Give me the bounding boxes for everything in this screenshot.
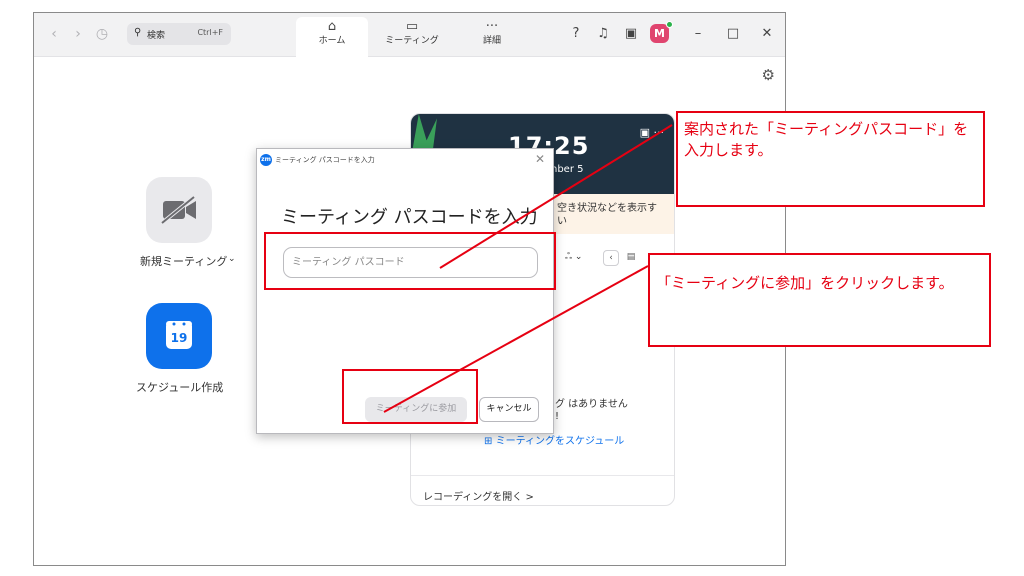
callout-passcode: 案内された「ミーティングパスコード」を入力します。 (676, 111, 985, 207)
date: nber 5 (551, 164, 584, 175)
tab-meetings[interactable]: ▭ ミーティング (376, 17, 448, 57)
no-meetings-text-2: ! (555, 411, 560, 422)
callout-join: 「ミーティングに参加」をクリックします。 (648, 253, 991, 347)
people-icon[interactable]: ஃ ⌄ (565, 252, 582, 263)
search-label: 検索 (147, 31, 166, 41)
tab-home[interactable]: ⌂ ホーム (296, 17, 368, 57)
video-icon: ▭ (405, 19, 419, 34)
minimize-icon[interactable]: – (689, 25, 707, 43)
gear-icon[interactable]: ⚙ (762, 66, 775, 84)
passcode-highlight (264, 232, 556, 290)
tab-meetings-label: ミーティング (385, 36, 439, 46)
help-icon[interactable]: ? (567, 25, 585, 43)
schedule-button[interactable]: 19 (146, 303, 212, 369)
tab-home-label: ホーム (318, 36, 346, 46)
new-meeting-button[interactable] (146, 177, 212, 243)
dialog-heading: ミーティング パスコードを入力 (281, 207, 538, 228)
open-recordings-link[interactable]: レコーディングを開く > (423, 488, 534, 503)
close-icon[interactable]: ✕ (758, 25, 776, 43)
notice-line-1: 空き状況などを表示す (557, 203, 657, 214)
screenshot: ‹ › ◷ ⚲ 検索 Ctrl+F ⌂ ホーム ▭ ミーティング ··· 詳細 … (0, 0, 1024, 576)
schedule-meeting-label: ミーティングをスケジュール (495, 436, 625, 447)
video-off-icon (160, 195, 196, 225)
dialog-caption: ミーティング パスコードを入力 (275, 156, 375, 164)
status-dot (666, 21, 673, 28)
chevron-right-icon[interactable]: › (70, 25, 86, 43)
close-icon[interactable]: ✕ (535, 152, 545, 166)
zoom-logo-icon: zm (260, 154, 272, 166)
calendar-icon[interactable]: ▤ (623, 250, 639, 266)
join-highlight (342, 369, 478, 424)
tab-more[interactable]: ··· 詳細 (456, 17, 528, 57)
clock-icon[interactable]: ◷ (94, 25, 110, 43)
new-meeting-label: 新規ミーティング (140, 255, 228, 268)
title-bar: ‹ › ◷ ⚲ 検索 Ctrl+F ⌂ ホーム ▭ ミーティング ··· 詳細 … (34, 13, 785, 57)
schedule-meeting-link[interactable]: ⊞ ミーティングをスケジュール (484, 432, 624, 447)
bell-icon[interactable]: ♫ (594, 25, 612, 43)
notice-line-2: い (557, 216, 567, 227)
tab-more-label: 詳細 (482, 36, 501, 46)
divider (411, 475, 674, 476)
chevron-down-icon[interactable]: ⌄ (228, 254, 236, 264)
more-icon[interactable]: ▣ ··· (640, 126, 664, 139)
home-icon: ⌂ (327, 19, 337, 34)
calendar-icon[interactable]: ▣ (622, 25, 640, 43)
calendar-day: 19 (170, 331, 188, 345)
search-shortcut: Ctrl+F (197, 28, 223, 37)
chevron-left-icon[interactable]: ‹ (603, 250, 619, 266)
cancel-button[interactable]: キャンセル (479, 397, 539, 422)
schedule-label: スケジュール作成 (136, 381, 224, 394)
calendar-plus-icon: ⊞ (484, 436, 493, 447)
maximize-icon[interactable]: □ (724, 25, 742, 43)
no-meetings-text: グ はありません (555, 399, 628, 410)
more-icon: ··· (485, 19, 499, 34)
search-box[interactable]: ⚲ 検索 Ctrl+F (127, 23, 231, 45)
chevron-left-icon[interactable]: ‹ (46, 25, 62, 43)
search-icon: ⚲ (134, 27, 142, 38)
